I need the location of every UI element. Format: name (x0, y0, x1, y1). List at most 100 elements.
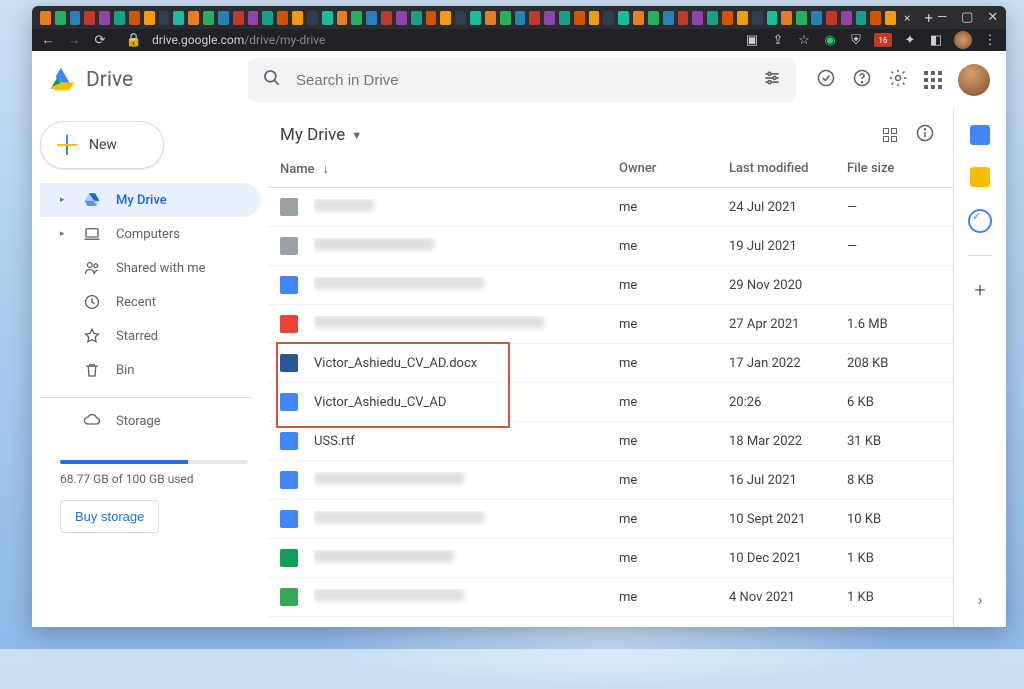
browser-tab[interactable] (173, 11, 184, 25)
browser-tab[interactable] (322, 11, 333, 25)
browser-tab[interactable] (500, 11, 511, 25)
info-icon[interactable] (915, 123, 935, 147)
window-maximize-icon[interactable]: ▢ (961, 10, 973, 25)
collapse-panel-icon[interactable]: › (978, 590, 983, 609)
col-size[interactable]: File size (847, 161, 935, 177)
browser-tab[interactable] (396, 11, 407, 25)
window-close-icon[interactable]: ✕ (987, 10, 998, 25)
sidebar-item-storage[interactable]: Storage (40, 404, 260, 438)
sidebar-item-bin[interactable]: Bin (40, 353, 260, 387)
browser-tab[interactable] (40, 11, 51, 25)
extensions-menu-icon[interactable]: ✦ (902, 32, 918, 48)
browser-tab[interactable] (737, 11, 748, 25)
browser-tab[interactable] (752, 11, 763, 25)
browser-tab[interactable] (603, 11, 614, 25)
sidebar-icon[interactable]: ◧ (928, 32, 944, 48)
browser-tab[interactable] (337, 11, 348, 25)
drive-logo[interactable]: Drive (48, 67, 234, 93)
col-name[interactable]: Name ↓ (280, 161, 619, 177)
file-row[interactable]: Victor_Ashiedu_CV_ADme20:266 KB (268, 383, 953, 422)
browser-tab[interactable] (55, 11, 66, 25)
ready-offline-icon[interactable] (816, 68, 836, 92)
browser-tab[interactable] (426, 11, 437, 25)
browser-tab[interactable] (692, 11, 703, 25)
browser-menu-icon[interactable]: ⋮ (982, 32, 998, 48)
browser-tab[interactable] (129, 11, 140, 25)
browser-tab[interactable] (70, 11, 81, 25)
browser-tab[interactable] (633, 11, 644, 25)
browser-tab[interactable] (485, 11, 496, 25)
breadcrumb[interactable]: My Drive ▼ (280, 125, 362, 145)
file-row[interactable]: Victor_Ashiedu_CV_AD.docxme17 Jan 202220… (268, 344, 953, 383)
browser-tab[interactable] (618, 11, 629, 25)
new-button[interactable]: New (40, 121, 164, 169)
browser-tab[interactable] (366, 11, 377, 25)
file-row[interactable]: me4 Nov 20211 KB (268, 578, 953, 617)
browser-tab[interactable] (84, 11, 95, 25)
browser-tab[interactable] (218, 11, 229, 25)
browser-tab[interactable] (796, 11, 807, 25)
addons-plus-icon[interactable]: + (974, 278, 985, 302)
buy-storage-button[interactable]: Buy storage (60, 500, 159, 533)
account-avatar[interactable] (958, 64, 990, 96)
nav-reload-icon[interactable]: ⟳ (92, 32, 108, 48)
file-row[interactable]: me27 Apr 20211.6 MB (268, 305, 953, 344)
keep-icon[interactable] (970, 167, 990, 187)
browser-tab[interactable] (870, 11, 881, 25)
browser-tab[interactable] (544, 11, 555, 25)
browser-tab[interactable] (277, 11, 288, 25)
new-tab-icon[interactable]: + (924, 9, 933, 27)
browser-tab[interactable] (262, 11, 273, 25)
search-options-icon[interactable] (762, 68, 782, 92)
sidebar-item-computers[interactable]: ▸Computers (40, 217, 260, 251)
extension-badge[interactable]: 16 (874, 33, 892, 47)
shield-icon[interactable]: ⛨ (848, 32, 864, 48)
sidebar-item-starred[interactable]: Starred (40, 319, 260, 353)
browser-tab[interactable] (188, 11, 199, 25)
browser-tab[interactable] (841, 11, 852, 25)
profile-avatar-icon[interactable] (954, 31, 972, 49)
file-row[interactable]: me10 Dec 20211 KB (268, 539, 953, 578)
sidebar-item-shared-with-me[interactable]: Shared with me (40, 251, 260, 285)
browser-tab[interactable] (515, 11, 526, 25)
browser-tab[interactable] (114, 11, 125, 25)
browser-tab[interactable] (885, 11, 896, 25)
browser-tab[interactable] (99, 11, 110, 25)
nav-back-icon[interactable]: ← (40, 32, 56, 48)
sidebar-item-recent[interactable]: Recent (40, 285, 260, 319)
file-row[interactable]: me19 Jul 2021— (268, 227, 953, 266)
browser-tab[interactable] (351, 11, 362, 25)
layout-grid-icon[interactable] (883, 128, 897, 142)
browser-tab[interactable] (159, 11, 170, 25)
close-tab-icon[interactable]: × (904, 11, 910, 25)
search-input[interactable] (294, 71, 750, 90)
col-owner[interactable]: Owner (619, 161, 729, 177)
sidebar-item-my-drive[interactable]: ▸My Drive (40, 183, 260, 217)
file-row[interactable]: USS.rtfme18 Mar 202231 KB (268, 422, 953, 461)
browser-tab[interactable] (559, 11, 570, 25)
window-minimize-icon[interactable]: — (937, 10, 947, 25)
calendar-icon[interactable] (970, 125, 990, 145)
col-modified[interactable]: Last modified (729, 161, 847, 177)
browser-tab[interactable] (574, 11, 585, 25)
google-apps-icon[interactable] (924, 71, 942, 89)
browser-tab[interactable] (678, 11, 689, 25)
browser-tab[interactable] (722, 11, 733, 25)
browser-tab[interactable] (470, 11, 481, 25)
browser-tab[interactable] (292, 11, 303, 25)
browser-tab[interactable] (589, 11, 600, 25)
browser-tab[interactable] (307, 11, 318, 25)
browser-tab[interactable] (411, 11, 422, 25)
browser-tab[interactable] (781, 11, 792, 25)
file-row[interactable]: me29 Nov 2020 (268, 266, 953, 305)
browser-tab[interactable] (663, 11, 674, 25)
address-bar[interactable]: drive.google.com/drive/my-drive (152, 33, 325, 47)
tasks-icon[interactable] (968, 209, 992, 233)
browser-tab[interactable] (144, 11, 155, 25)
share-icon[interactable]: ⇪ (770, 32, 786, 48)
browser-tab[interactable] (203, 11, 214, 25)
browser-tab[interactable] (529, 11, 540, 25)
support-icon[interactable] (852, 68, 872, 92)
browser-tab[interactable] (707, 11, 718, 25)
file-row[interactable]: me10 Sept 202110 KB (268, 500, 953, 539)
